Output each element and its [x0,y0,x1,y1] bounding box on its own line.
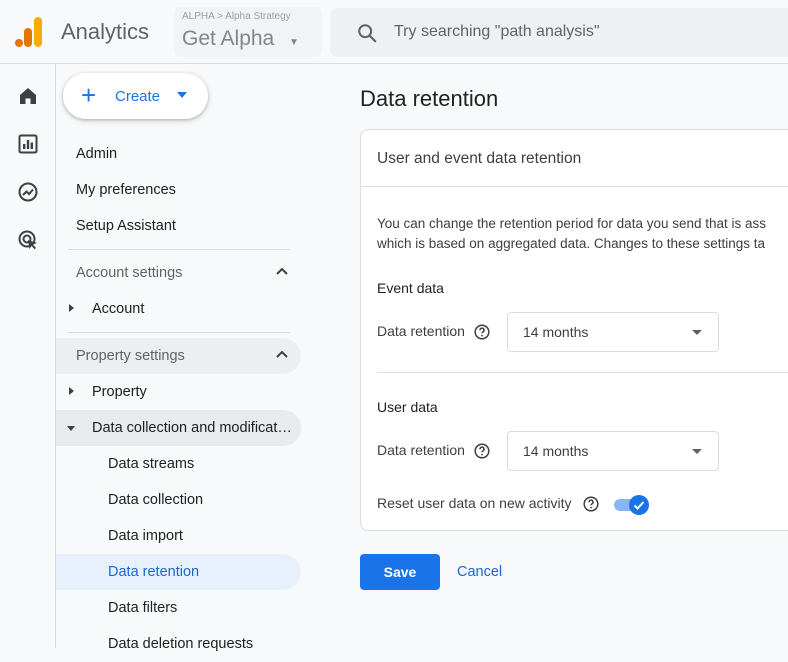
chevron-up-icon [276,350,288,358]
caret-down-icon [692,449,702,454]
section-title: Property settings [76,348,185,364]
property-breadcrumb: ALPHA > Alpha Strategy [182,11,291,22]
page-title: Data retention [360,86,499,111]
nav-item-label: Data filters [108,600,178,616]
nav-item-admin[interactable]: Admin [76,146,117,162]
create-button[interactable]: + Create [63,73,208,119]
help-icon[interactable] [583,496,599,512]
card-divider [361,186,788,187]
reports-icon[interactable] [16,132,40,156]
left-rail [0,64,56,648]
expand-arrow-icon [69,304,74,312]
chevron-up-icon [276,267,288,275]
card-description: You can change the retention period for … [377,214,788,254]
search-placeholder: Try searching "path analysis" [394,23,600,40]
nav-item-label: Property [92,384,147,400]
account-settings-section[interactable]: Account settings [56,255,301,291]
collapse-arrow-icon [67,426,75,431]
cancel-button[interactable]: Cancel [457,564,502,580]
user-retention-select[interactable]: 14 months [507,431,719,471]
nav-item-setup-assistant[interactable]: Setup Assistant [76,218,176,234]
help-icon[interactable] [474,324,490,340]
app-name: Analytics [61,19,150,44]
nav-item-data-filters[interactable]: Data filters [56,590,301,626]
event-retention-label: Data retention [377,323,465,339]
event-data-heading: Event data [377,280,444,296]
caret-down-icon [177,92,187,98]
nav-item-label: Data deletion requests [108,636,254,652]
nav-item-my-preferences[interactable]: My preferences [76,182,176,198]
nav-item-label: Data import [108,528,183,544]
plus-icon: + [81,80,97,110]
select-value: 14 months [523,443,589,459]
caret-down-icon [692,330,702,335]
nav-item-data-retention[interactable]: Data retention [56,554,301,590]
nav-item-data-deletion-requests[interactable]: Data deletion requests [56,626,301,662]
caret-down-icon: ▼ [289,37,299,48]
reset-user-data-label: Reset user data on new activity [377,495,572,511]
explore-icon[interactable] [16,180,40,204]
select-value: 14 months [523,324,589,340]
section-divider [377,372,788,373]
nav-item-data-streams[interactable]: Data streams [56,446,301,482]
home-icon[interactable] [16,84,40,108]
nav-divider [68,332,290,333]
nav-item-label: Data streams [108,456,195,472]
create-label: Create [115,88,161,105]
description-line: which is based on aggregated data. Chang… [377,236,766,251]
description-line: You can change the retention period for … [377,216,767,231]
card-title: User and event data retention [377,150,582,167]
event-retention-select[interactable]: 14 months [507,312,719,352]
nav-item-data-collection-and-modifications[interactable]: Data collection and modifications [56,410,301,446]
nav-item-property[interactable]: Property [56,374,301,410]
expand-arrow-icon [69,387,74,395]
reset-user-data-toggle[interactable] [614,494,652,516]
nav-item-label: Data retention [108,564,200,580]
nav-divider [68,249,290,250]
save-button[interactable]: Save [360,554,440,590]
toggle-knob [629,495,649,515]
search-bar[interactable]: Try searching "path analysis" [330,8,788,57]
nav-item-label: Account [92,301,145,317]
property-settings-section[interactable]: Property settings [56,338,301,374]
nav-item-account[interactable]: Account [56,291,301,327]
nav-item-label: Data collection [108,492,204,508]
section-title: Account settings [76,265,183,281]
nav-item-data-import[interactable]: Data import [56,518,301,554]
user-retention-label: Data retention [377,442,465,458]
check-icon [633,501,645,510]
retention-card: User and event data retention You can ch… [360,129,788,531]
analytics-logo-icon[interactable] [15,17,43,47]
advertising-icon[interactable] [16,228,40,252]
search-icon [358,24,377,43]
nav-item-label: Data collection and modifications [92,420,295,436]
property-switcher[interactable]: ALPHA > Alpha Strategy Get Alpha ▼ [174,7,322,57]
nav-item-data-collection[interactable]: Data collection [56,482,301,518]
user-data-heading: User data [377,399,438,415]
property-name: Get Alpha [182,27,275,50]
top-bar: Analytics ALPHA > Alpha Strategy Get Alp… [0,0,788,64]
help-icon[interactable] [474,443,490,459]
